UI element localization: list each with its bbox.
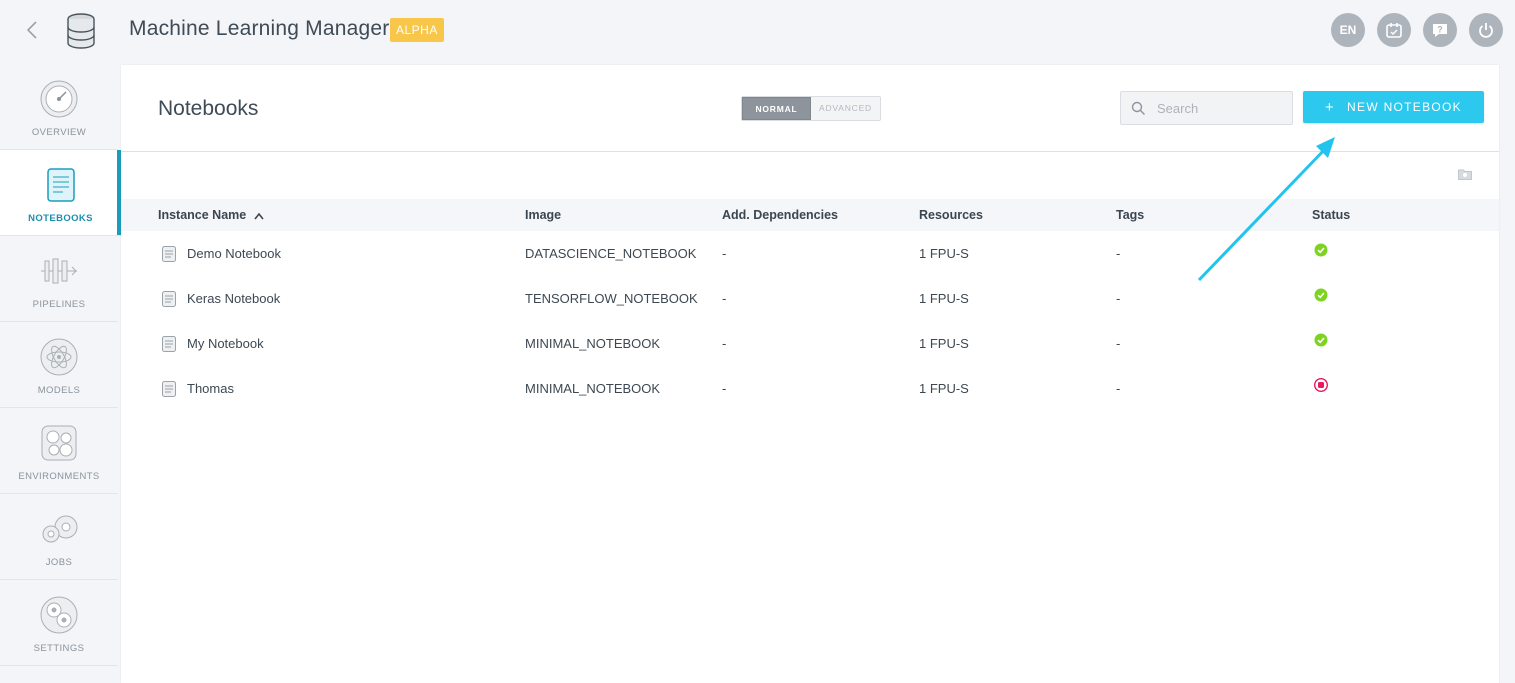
cell-image: MINIMAL_NOTEBOOK — [525, 381, 661, 396]
top-bar: Machine Learning Manager ALPHA EN ? — [0, 0, 1515, 62]
column-header-dependencies[interactable]: Add. Dependencies — [722, 208, 838, 222]
search-icon — [1131, 101, 1145, 115]
sidebar-item-notebooks[interactable]: NOTEBOOKS — [0, 150, 121, 236]
cell-dependencies: - — [722, 381, 727, 396]
overview-gauge-icon — [40, 80, 78, 118]
mode-toggle: NORMAL ADVANCED — [741, 96, 881, 121]
sidebar-item-label: OVERVIEW — [31, 127, 87, 138]
search-box — [1120, 91, 1293, 125]
back-chevron-icon[interactable] — [22, 19, 44, 41]
table-row[interactable]: Demo Notebook DATASCIENCE_NOTEBOOK - 1 F… — [121, 231, 1499, 276]
table-row[interactable]: My Notebook MINIMAL_NOTEBOOK - 1 FPU-S - — [121, 321, 1499, 366]
cell-instance-name[interactable]: My Notebook — [187, 336, 264, 351]
calendar-button[interactable] — [1377, 13, 1411, 47]
calendar-icon — [1386, 23, 1402, 38]
notebook-file-icon — [162, 246, 176, 262]
sidebar-item-label: JOBS — [45, 557, 73, 568]
cell-dependencies: - — [722, 246, 727, 261]
sidebar-item-label: MODELS — [37, 385, 81, 396]
cell-tags: - — [1116, 246, 1121, 261]
mode-normal-button[interactable]: NORMAL — [742, 97, 811, 120]
logout-button[interactable] — [1469, 13, 1503, 47]
cell-dependencies: - — [722, 291, 727, 306]
sidebar-item-environments[interactable]: ENVIRONMENTS — [0, 408, 118, 494]
search-input[interactable] — [1157, 92, 1287, 124]
cell-resources: 1 FPU-S — [919, 381, 969, 396]
sidebar-item-models[interactable]: MODELS — [0, 322, 118, 408]
language-button[interactable]: EN — [1331, 13, 1365, 47]
column-header-resources[interactable]: Resources — [919, 208, 983, 222]
sidebar-item-settings[interactable]: SETTINGS — [0, 580, 118, 666]
table-row[interactable]: Keras Notebook TENSORFLOW_NOTEBOOK - 1 F… — [121, 276, 1499, 321]
cell-image: DATASCIENCE_NOTEBOOK — [525, 246, 697, 261]
notebook-file-icon — [162, 336, 176, 352]
new-notebook-label: NEW NOTEBOOK — [1347, 100, 1462, 114]
table-row[interactable]: Thomas MINIMAL_NOTEBOOK - 1 FPU-S - — [121, 366, 1499, 411]
sidebar: OVERVIEW NOTEBOOKS PIPELINES MODELS ENVI… — [0, 64, 121, 668]
cell-image: MINIMAL_NOTEBOOK — [525, 336, 661, 351]
cell-tags: - — [1116, 336, 1121, 351]
sidebar-item-label: ENVIRONMENTS — [18, 471, 100, 482]
alpha-badge: ALPHA — [390, 18, 444, 42]
column-header-status[interactable]: Status — [1312, 208, 1350, 222]
sidebar-item-label: NOTEBOOKS — [28, 213, 93, 224]
folder-icon[interactable] — [1458, 168, 1472, 180]
panel-header: Notebooks NORMAL ADVANCED + NEW NOTEBOOK — [121, 65, 1499, 152]
plus-icon: + — [1324, 98, 1336, 116]
notebook-file-icon — [162, 291, 176, 307]
environments-icon — [41, 425, 77, 461]
help-icon: ? — [1433, 24, 1447, 37]
cell-resources: 1 FPU-S — [919, 246, 969, 261]
status-running-icon[interactable] — [1314, 333, 1328, 347]
column-header-label: Instance Name — [158, 208, 247, 222]
status-running-icon[interactable] — [1314, 288, 1328, 302]
status-stopped-icon[interactable] — [1314, 378, 1328, 392]
notebook-file-icon — [162, 381, 176, 397]
sidebar-item-label: SETTINGS — [33, 643, 85, 654]
sidebar-item-pipelines[interactable]: PIPELINES — [0, 236, 118, 322]
column-header-instance-name[interactable]: Instance Name — [158, 208, 264, 222]
cell-image: TENSORFLOW_NOTEBOOK — [525, 291, 698, 306]
cell-instance-name[interactable]: Thomas — [187, 381, 234, 396]
status-running-icon[interactable] — [1314, 243, 1328, 257]
cell-resources: 1 FPU-S — [919, 291, 969, 306]
notebook-icon — [46, 168, 75, 202]
svg-text:?: ? — [1437, 25, 1443, 35]
cell-dependencies: - — [722, 336, 727, 351]
notebooks-panel: Notebooks NORMAL ADVANCED + NEW NOTEBOOK… — [121, 65, 1499, 683]
page-title: Notebooks — [158, 97, 259, 120]
sidebar-item-overview[interactable]: OVERVIEW — [0, 64, 118, 150]
help-button[interactable]: ? — [1423, 13, 1457, 47]
cell-resources: 1 FPU-S — [919, 336, 969, 351]
jobs-icon — [42, 515, 78, 543]
database-logo-icon — [67, 13, 95, 49]
sort-ascending-icon — [254, 212, 264, 220]
table-header: Instance Name Image Add. Dependencies Re… — [121, 199, 1499, 231]
settings-gear-icon — [40, 596, 78, 634]
sidebar-item-jobs[interactable]: JOBS — [0, 494, 118, 580]
cell-tags: - — [1116, 381, 1121, 396]
mode-advanced-button[interactable]: ADVANCED — [811, 97, 880, 120]
app-title: Machine Learning Manager — [129, 17, 390, 40]
cell-instance-name[interactable]: Demo Notebook — [187, 246, 281, 261]
sidebar-item-label: PIPELINES — [32, 299, 86, 310]
top-actions: EN ? — [1331, 13, 1515, 47]
models-atom-icon — [40, 338, 78, 376]
notebooks-table: Instance Name Image Add. Dependencies Re… — [121, 199, 1499, 411]
cell-tags: - — [1116, 291, 1121, 306]
column-header-tags[interactable]: Tags — [1116, 208, 1144, 222]
pipelines-icon — [41, 258, 77, 284]
new-notebook-button[interactable]: + NEW NOTEBOOK — [1303, 91, 1484, 123]
power-icon — [1479, 23, 1493, 38]
cell-instance-name[interactable]: Keras Notebook — [187, 291, 280, 306]
column-header-image[interactable]: Image — [525, 208, 561, 222]
